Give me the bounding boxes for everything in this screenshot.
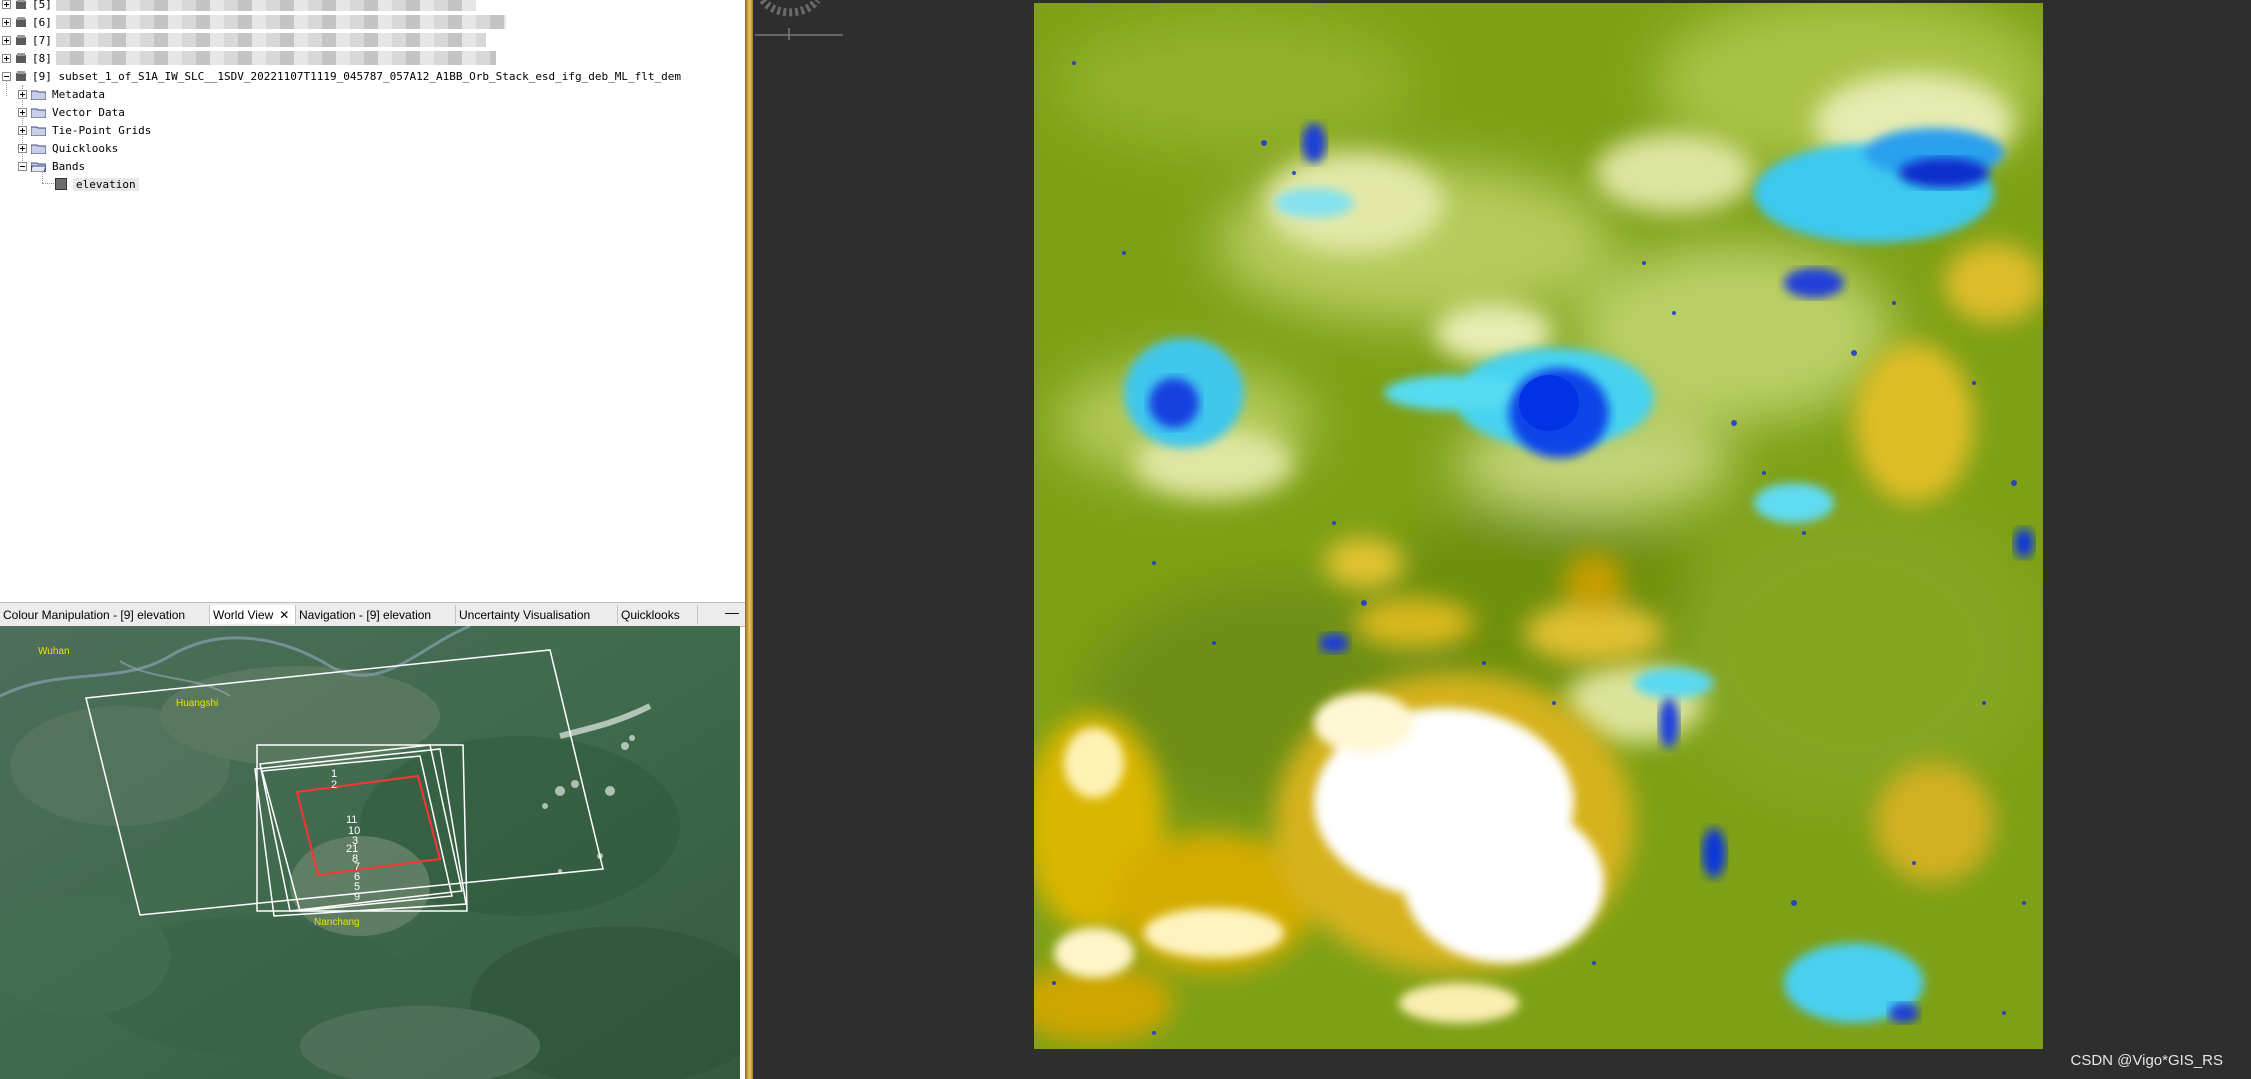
tree-item-product-5[interactable]: [5] bbox=[2, 0, 476, 13]
tree-item-quicklooks[interactable]: Quicklooks bbox=[18, 139, 118, 157]
left-panel: [5] [6] [7] [8] [9] subset_1_of_S1A_IW_S… bbox=[0, 0, 746, 1079]
tree-line bbox=[42, 183, 54, 184]
folder-icon bbox=[31, 144, 46, 154]
minimize-icon[interactable]: — bbox=[725, 604, 739, 620]
expand-icon[interactable] bbox=[2, 17, 11, 27]
product-label: [6] bbox=[32, 15, 52, 29]
tab-uncertainty-visualisation[interactable]: Uncertainty Visualisation bbox=[456, 605, 618, 624]
folder-label: Quicklooks bbox=[52, 141, 119, 155]
world-view-map[interactable]: Wuhan Huangshi Nanchang 1 2 11 10 3 21 8… bbox=[0, 626, 740, 1079]
tab-label: Navigation - [9] elevation bbox=[299, 607, 432, 622]
navigation-compass-icon[interactable] bbox=[755, 0, 845, 40]
place-label-nanchang: Nanchang bbox=[314, 917, 360, 928]
tree-item-product-9[interactable]: [9] subset_1_of_S1A_IW_SLC__1SDV_2022110… bbox=[2, 67, 681, 85]
blurred-filename bbox=[55, 0, 476, 11]
blurred-filename bbox=[55, 33, 486, 47]
product-label: [9] subset_1_of_S1A_IW_SLC__1SDV_2022110… bbox=[32, 69, 682, 83]
close-icon[interactable]: ✕ bbox=[279, 608, 289, 622]
tree-item-bands[interactable]: Bands bbox=[18, 157, 85, 175]
tab-label: World View bbox=[213, 607, 274, 622]
tree-item-metadata[interactable]: Metadata bbox=[18, 85, 105, 103]
product-explorer: [5] [6] [7] [8] [9] subset_1_of_S1A_IW_S… bbox=[0, 0, 746, 602]
tree-item-product-6[interactable]: [6] bbox=[2, 13, 506, 31]
product-label: [5] bbox=[32, 0, 52, 11]
band-icon bbox=[55, 178, 67, 190]
product-icon bbox=[16, 16, 26, 27]
tab-world-view[interactable]: World View ✕ bbox=[210, 605, 296, 624]
folder-icon bbox=[31, 108, 46, 118]
tree-line bbox=[42, 171, 43, 183]
place-label-huangshi: Huangshi bbox=[176, 698, 218, 709]
collapse-icon[interactable] bbox=[18, 161, 27, 171]
expand-icon[interactable] bbox=[18, 143, 27, 153]
folder-label: Tie-Point Grids bbox=[52, 123, 152, 137]
expand-icon[interactable] bbox=[18, 107, 27, 117]
expand-icon[interactable] bbox=[18, 89, 27, 99]
tab-colour-manipulation[interactable]: Colour Manipulation - [9] elevation bbox=[0, 605, 210, 624]
tab-label: Uncertainty Visualisation bbox=[459, 607, 591, 622]
tab-label: Quicklooks bbox=[621, 607, 680, 622]
tree-item-vector-data[interactable]: Vector Data bbox=[18, 103, 125, 121]
footprint-number: 9 bbox=[354, 891, 360, 903]
footprint-number: 2 bbox=[331, 779, 337, 791]
tool-window-tabbar: Colour Manipulation - [9] elevation Worl… bbox=[0, 602, 745, 627]
blurred-filename bbox=[55, 51, 496, 65]
expand-icon[interactable] bbox=[18, 125, 27, 135]
tab-label: Colour Manipulation - [9] elevation bbox=[3, 607, 186, 622]
tab-quicklooks[interactable]: Quicklooks bbox=[618, 605, 698, 624]
product-icon bbox=[16, 52, 26, 63]
folder-label: Metadata bbox=[52, 87, 105, 101]
tab-navigation[interactable]: Navigation - [9] elevation bbox=[296, 605, 456, 624]
tree-item-tie-point-grids[interactable]: Tie-Point Grids bbox=[18, 121, 151, 139]
expand-icon[interactable] bbox=[2, 0, 11, 9]
elevation-band-image[interactable] bbox=[1034, 3, 2043, 1049]
folder-icon bbox=[31, 90, 46, 100]
image-view[interactable]: CSDN @Vigo*GIS_RS bbox=[753, 0, 2251, 1079]
watermark: CSDN @Vigo*GIS_RS bbox=[2070, 1052, 2223, 1069]
product-icon bbox=[16, 34, 26, 45]
tree-line bbox=[6, 80, 7, 96]
folder-label: Bands bbox=[52, 159, 86, 173]
product-icon bbox=[16, 70, 26, 81]
product-icon bbox=[16, 0, 26, 9]
open-folder-icon bbox=[31, 162, 46, 172]
tree-item-product-8[interactable]: [8] bbox=[2, 49, 496, 67]
folder-label: Vector Data bbox=[52, 105, 125, 119]
blurred-filename bbox=[55, 15, 506, 29]
world-map-canvas[interactable]: Wuhan Huangshi Nanchang 1 2 11 10 3 21 8… bbox=[0, 626, 740, 1079]
tree-item-band-elevation[interactable]: elevation bbox=[55, 175, 139, 193]
folder-icon bbox=[31, 126, 46, 136]
band-label: elevation bbox=[73, 177, 139, 191]
place-label-wuhan: Wuhan bbox=[38, 646, 70, 657]
expand-icon[interactable] bbox=[2, 53, 11, 63]
tree-item-product-7[interactable]: [7] bbox=[2, 31, 486, 49]
split-pane-divider[interactable] bbox=[745, 0, 753, 1079]
product-label: [8] bbox=[32, 51, 52, 65]
product-label: [7] bbox=[32, 33, 52, 47]
expand-icon[interactable] bbox=[2, 35, 11, 45]
